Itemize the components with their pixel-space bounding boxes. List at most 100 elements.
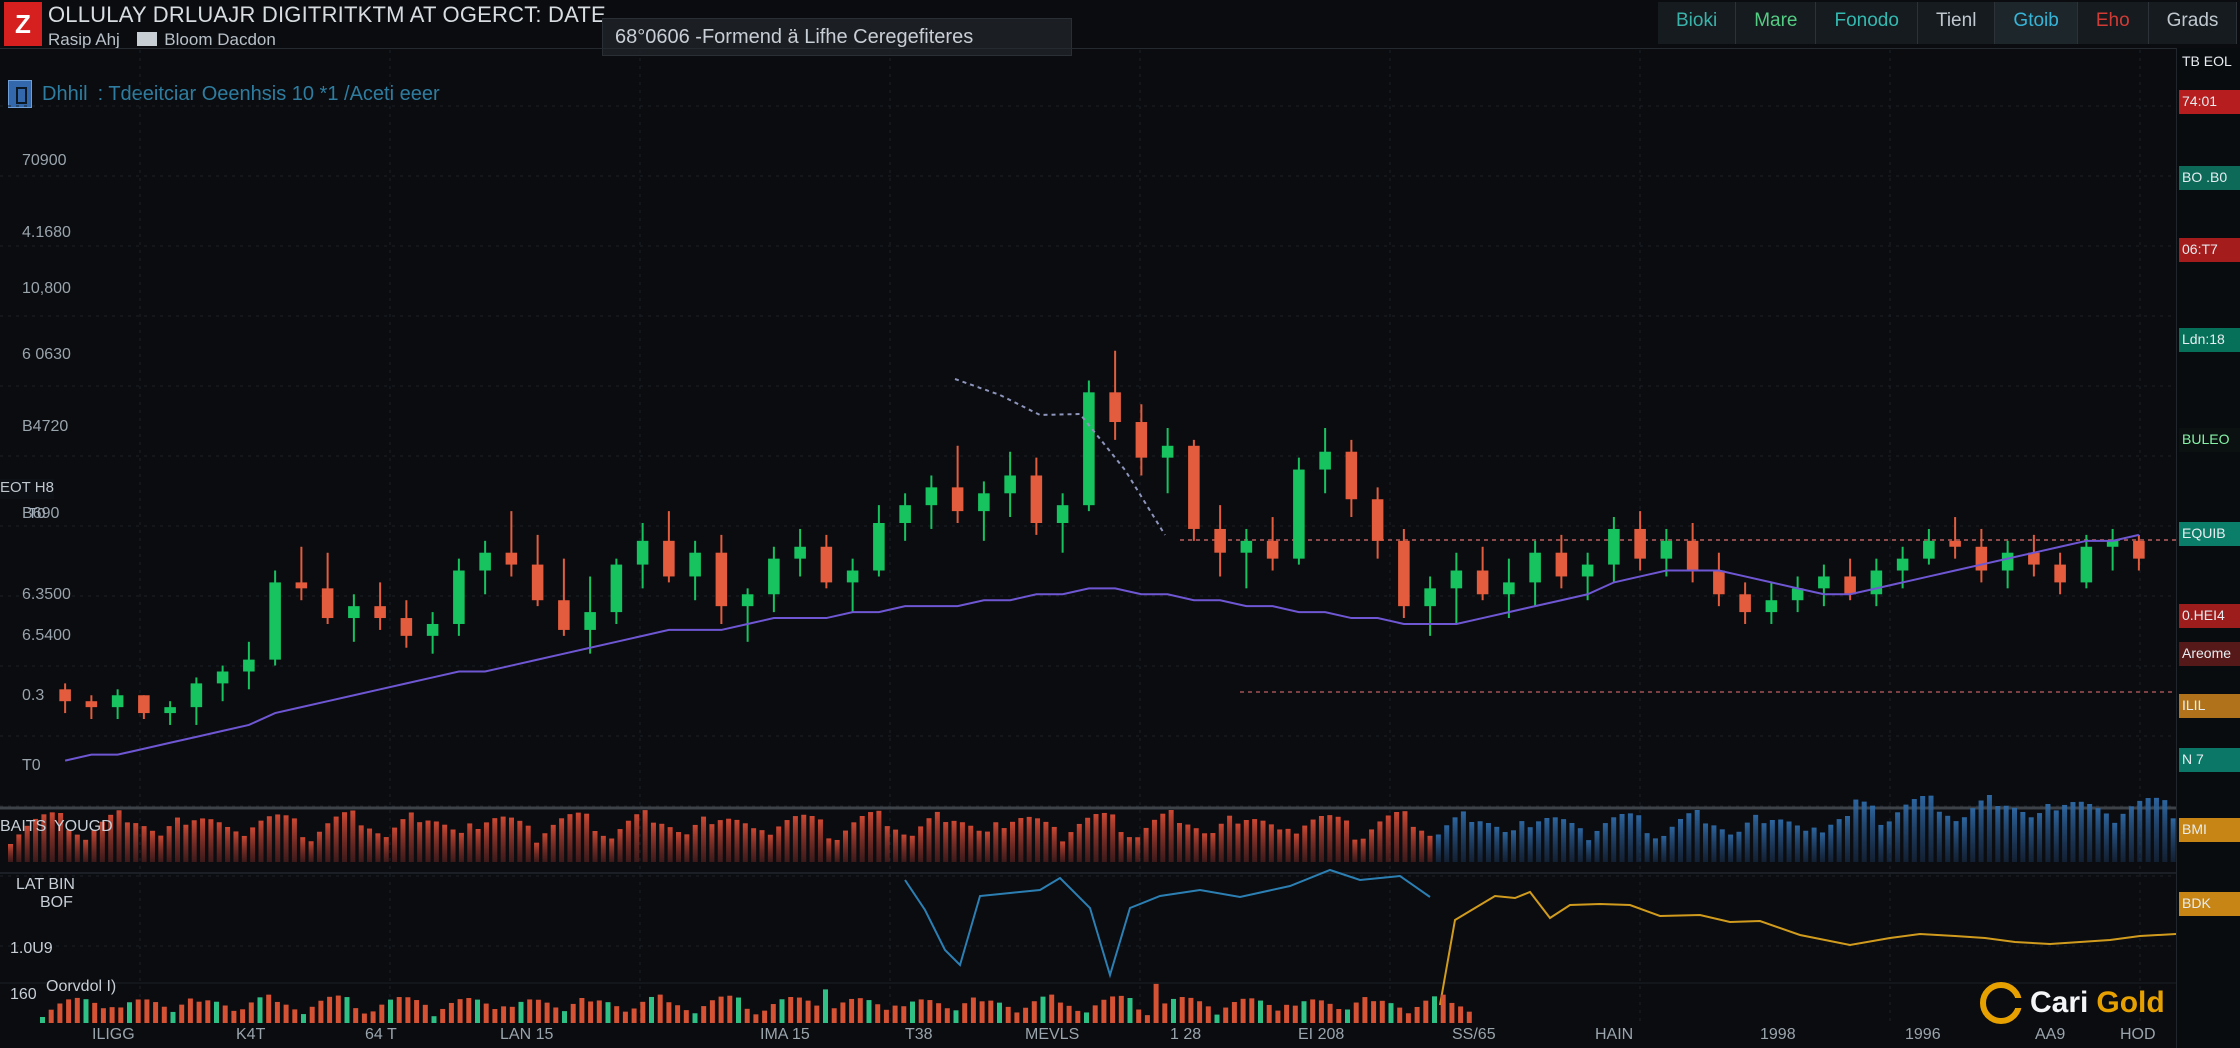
oscillator-bar — [1205, 1006, 1211, 1023]
volume-bar — [918, 826, 924, 862]
oscillator-bar — [74, 997, 80, 1023]
volume-bar — [1352, 839, 1358, 862]
volume-bar — [1661, 835, 1667, 862]
volume-bar — [1619, 814, 1625, 862]
volume-bar — [1277, 829, 1283, 862]
oscillator-bar — [222, 1005, 228, 1023]
oscillator-bar — [92, 1002, 98, 1023]
volume-bar — [1235, 823, 1241, 862]
candle-body — [1870, 570, 1883, 595]
candle-body — [2001, 552, 2014, 571]
volume-bar — [1243, 820, 1249, 862]
oscillator-bar — [231, 1010, 237, 1023]
candle-body — [1844, 576, 1856, 595]
candle-body — [1660, 540, 1673, 559]
volume-bar — [759, 830, 765, 862]
candle-body — [269, 582, 281, 660]
right-tag-3: BO .B0 — [2179, 166, 2240, 190]
volume-bar — [333, 816, 339, 862]
tab-tienl[interactable]: Tienl — [1917, 2, 1996, 44]
volume-bar — [325, 823, 331, 862]
volume-bar — [417, 822, 423, 862]
candle-body — [951, 487, 964, 512]
volume-bar — [884, 826, 890, 862]
volume-bar — [1920, 796, 1926, 862]
oscillator-bar — [301, 1014, 306, 1023]
volume-bar — [308, 841, 314, 862]
oscillator-bar — [553, 1007, 559, 1023]
volume-bar — [442, 824, 448, 862]
trading-chart-screen: Z OLLULAY DRLUAJR DIGITRITKTM AT OGERCT:… — [0, 0, 2240, 1048]
oscillator-bar — [370, 1011, 376, 1023]
volume-bar — [1928, 795, 1934, 862]
oscillator-bar — [901, 1006, 907, 1023]
volume-bar — [1970, 808, 1976, 862]
x-label-12: 1998 — [1760, 1026, 1796, 1043]
volume-bar — [1569, 823, 1575, 862]
x-label-4: LAN 15 — [500, 1026, 554, 1043]
volume-bar — [676, 832, 681, 862]
volume-bar — [1778, 819, 1784, 862]
candle-body — [820, 546, 833, 583]
oscillator-bar — [596, 1000, 602, 1023]
oscillator-bar — [422, 1004, 428, 1023]
oscillator-bar — [1223, 1007, 1229, 1023]
volume-bar — [2145, 798, 2151, 862]
volume-bar — [751, 828, 757, 862]
oscillator-bar — [1266, 1004, 1272, 1023]
tab-mare[interactable]: Mare — [1736, 2, 1817, 44]
right-tag-13: BDK — [2179, 892, 2240, 916]
candle-body — [1424, 588, 1436, 607]
volume-bar — [1385, 815, 1391, 862]
volume-bar — [1010, 821, 1015, 862]
lower-label-5: 160 — [10, 986, 37, 1003]
volume-bar — [2170, 818, 2176, 862]
oscillator-bar — [118, 1007, 124, 1023]
volume-bar — [1485, 823, 1491, 862]
volume-bar — [425, 820, 431, 862]
volume-bar — [1536, 821, 1542, 862]
volume-bar — [1369, 829, 1375, 862]
volume-bar — [241, 835, 247, 862]
candle-body — [689, 552, 701, 577]
x-label-10: SS/65 — [1452, 1026, 1496, 1043]
volume-bar — [433, 821, 439, 862]
volume-bar — [2037, 813, 2043, 862]
oscillator-bar — [109, 1007, 115, 1023]
brand-suffix: Gold — [2096, 986, 2165, 1019]
oscillator-bar — [100, 1008, 106, 1023]
candle-body — [453, 570, 465, 624]
tab-eho[interactable]: Eho — [2077, 2, 2149, 44]
candle-body — [1896, 558, 1909, 571]
oscillator-bar — [1345, 1009, 1350, 1023]
candle-body — [1818, 576, 1830, 589]
volume-bar — [609, 838, 615, 862]
tab-fonodo[interactable]: Fonodo — [1816, 2, 1918, 44]
volume-bar — [1753, 814, 1759, 862]
oscillator-bar — [770, 1004, 776, 1023]
oscillator-bar — [1049, 994, 1055, 1023]
tab-bioki[interactable]: Bioki — [1658, 2, 1737, 44]
volume-bar — [1410, 826, 1416, 862]
volume-bar — [1435, 834, 1441, 862]
oscillator-bar — [266, 994, 272, 1023]
volume-bar — [559, 818, 565, 862]
tab-gtoib[interactable]: Gtoib — [1995, 2, 2078, 44]
volume-bar — [1886, 821, 1892, 862]
candle-body — [1266, 540, 1279, 559]
volume-bar — [534, 842, 540, 862]
oscillator-bar — [66, 999, 72, 1023]
candle-body — [768, 558, 780, 595]
candle-body — [1923, 540, 1935, 559]
oscillator-bar — [1318, 1000, 1324, 1023]
oscillator-bar — [127, 1002, 132, 1023]
volume-bar — [1126, 837, 1132, 862]
candle-body — [1371, 499, 1384, 541]
x-label-2: K4T — [236, 1026, 266, 1043]
tab-grads[interactable]: Grads — [2148, 2, 2238, 44]
volume-bar — [709, 824, 715, 862]
oscillator-bar — [1127, 997, 1133, 1023]
chart-subtitle: Rasip Ahj Bloom Dacdon — [48, 30, 276, 50]
volume-bar — [1594, 830, 1600, 862]
oscillator-bar — [1188, 997, 1194, 1023]
